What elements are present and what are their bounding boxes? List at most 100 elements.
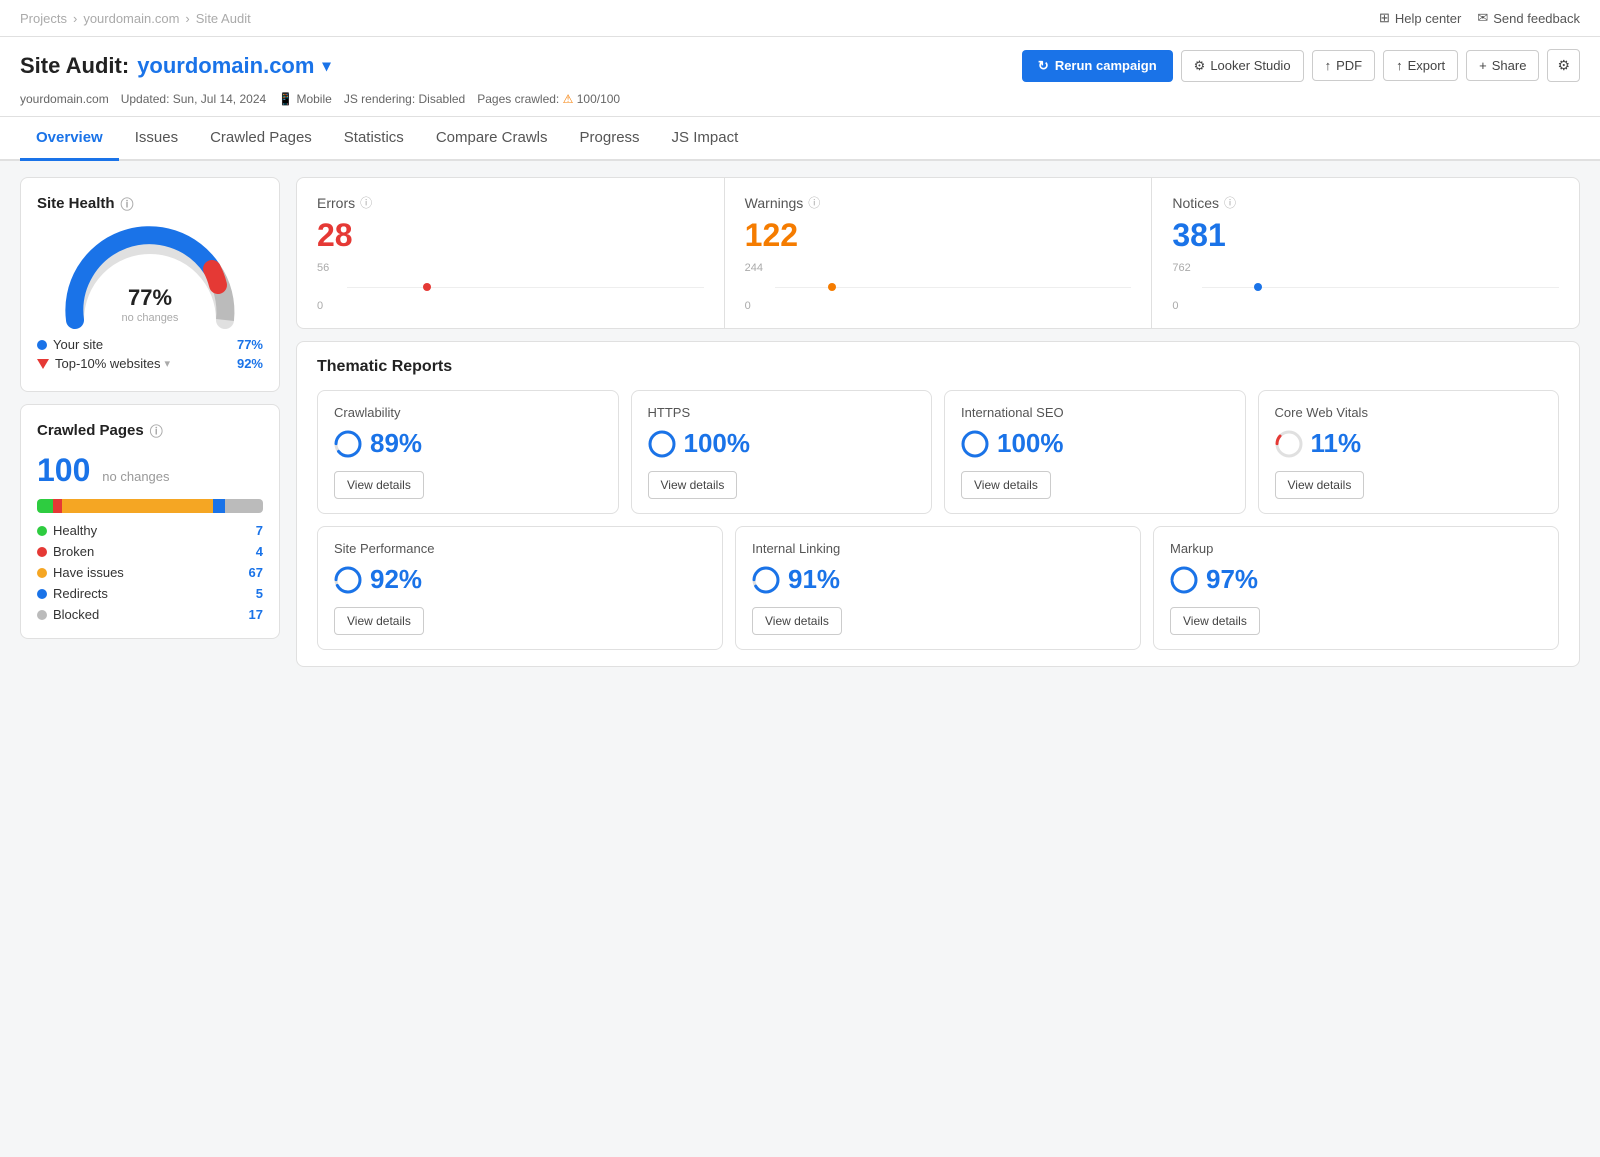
tab-issues[interactable]: Issues [119, 117, 194, 161]
share-label: Share [1492, 58, 1527, 73]
metric-value: 28 [317, 217, 704, 254]
help-icon: ⊞ [1379, 10, 1390, 26]
meta-js: JS rendering: Disabled [344, 92, 465, 106]
status-row-healthy: Healthy 7 [37, 523, 263, 538]
share-button[interactable]: + Share [1466, 50, 1539, 81]
report-percent: 100% [961, 428, 1229, 459]
ring-icon [334, 430, 362, 458]
report-name: International SEO [961, 405, 1229, 420]
report-item-https: HTTPS 100% View details [631, 390, 933, 514]
header: Site Audit: yourdomain.com ▾ ↻ Rerun cam… [0, 37, 1600, 117]
pages-count: 100/100 [577, 92, 620, 106]
view-details-button[interactable]: View details [961, 471, 1051, 499]
chart-bottom-label: 0 [745, 300, 751, 312]
crawled-pages-title: Crawled Pages ⓘ [37, 421, 263, 440]
status-count: 17 [249, 607, 263, 622]
meta-pages: Pages crawled: ⚠ 100/100 [477, 92, 620, 106]
site-health-title: Site Health ⓘ [37, 194, 263, 213]
metric-label: Warnings ⓘ [745, 194, 1132, 211]
gauge-svg: 77% no changes [60, 225, 240, 325]
crawled-pages-info-icon[interactable]: ⓘ [150, 421, 163, 440]
meta-updated: Updated: Sun, Jul 14, 2024 [121, 92, 266, 106]
view-details-button[interactable]: View details [648, 471, 738, 499]
chart-top-label: 56 [317, 262, 329, 274]
pdf-icon: ↑ [1325, 58, 1332, 73]
top-actions: ⊞ Help center ✉ Send feedback [1379, 10, 1580, 26]
looker-studio-button[interactable]: ⚙ Looker Studio [1181, 50, 1304, 82]
status-dot [37, 610, 47, 620]
breadcrumb-projects[interactable]: Projects [20, 11, 67, 26]
chart-dot [828, 283, 836, 291]
top10-val: 92% [237, 356, 263, 371]
svg-text:no changes: no changes [122, 312, 179, 324]
rerun-campaign-button[interactable]: ↻ Rerun campaign [1022, 50, 1173, 82]
tab-crawled-pages[interactable]: Crawled Pages [194, 117, 328, 161]
pdf-button[interactable]: ↑ PDF [1312, 50, 1376, 81]
metric-value: 381 [1172, 217, 1559, 254]
looker-icon: ⚙ [1194, 58, 1206, 74]
chart-dot [1254, 283, 1262, 291]
view-details-button[interactable]: View details [334, 471, 424, 499]
report-item-internal-linking: Internal Linking 91% View details [735, 526, 1141, 650]
site-health-info-icon[interactable]: ⓘ [121, 194, 134, 213]
site-audit-title: Site Audit: yourdomain.com ▾ [20, 53, 330, 79]
main-content: Site Health ⓘ 77% no changes [0, 161, 1600, 683]
status-label: Healthy [53, 523, 97, 538]
view-details-button[interactable]: View details [334, 607, 424, 635]
ring-icon [648, 430, 676, 458]
export-label: Export [1408, 58, 1446, 73]
ring-icon [334, 566, 362, 594]
top10-chevron-icon[interactable]: ▾ [165, 357, 171, 370]
reports-grid-row2: Site Performance 92% View details Intern… [317, 526, 1559, 650]
domain-name[interactable]: yourdomain.com [137, 53, 314, 79]
ring-icon [1275, 430, 1303, 458]
tab-progress[interactable]: Progress [564, 117, 656, 161]
report-item-core-web-vitals: Core Web Vitals 11% View details [1258, 390, 1560, 514]
metric-label: Errors ⓘ [317, 194, 704, 211]
status-count: 7 [256, 523, 263, 538]
report-name: Site Performance [334, 541, 706, 556]
export-button[interactable]: ↑ Export [1383, 50, 1458, 81]
report-item-markup: Markup 97% View details [1153, 526, 1559, 650]
meta-domain: yourdomain.com [20, 92, 109, 106]
feedback-link[interactable]: ✉ Send feedback [1477, 10, 1580, 26]
top10-row: Top-10% websites ▾ 92% [37, 356, 263, 371]
tab-overview[interactable]: Overview [20, 117, 119, 161]
view-details-button[interactable]: View details [752, 607, 842, 635]
chevron-down-icon[interactable]: ▾ [322, 56, 330, 76]
tab-statistics[interactable]: Statistics [328, 117, 420, 161]
tab-compare-crawls[interactable]: Compare Crawls [420, 117, 564, 161]
feedback-icon: ✉ [1477, 10, 1488, 26]
gauge-container: 77% no changes [37, 225, 263, 325]
report-percent: 11% [1275, 428, 1543, 459]
thematic-reports-card: Thematic Reports Crawlability 89% View d… [296, 341, 1580, 667]
bar-segment-e53935 [53, 499, 62, 513]
settings-button[interactable]: ⚙ [1547, 49, 1580, 82]
status-row-redirects: Redirects 5 [37, 586, 263, 601]
chart-bottom-label: 0 [1172, 300, 1178, 312]
view-details-button[interactable]: View details [1170, 607, 1260, 635]
site-health-card: Site Health ⓘ 77% no changes [20, 177, 280, 392]
report-item-crawlability: Crawlability 89% View details [317, 390, 619, 514]
status-label: Have issues [53, 565, 124, 580]
help-center-link[interactable]: ⊞ Help center [1379, 10, 1461, 26]
mini-chart: 56 0 [317, 262, 704, 312]
meta-device: 📱 Mobile [278, 92, 332, 106]
metric-card-errors: Errors ⓘ 28 56 0 [297, 178, 725, 328]
metric-info-icon[interactable]: ⓘ [1224, 194, 1236, 211]
breadcrumb-domain[interactable]: yourdomain.com [83, 11, 179, 26]
view-details-button[interactable]: View details [1275, 471, 1365, 499]
bar-segment-1a73e8 [213, 499, 224, 513]
status-row-have-issues: Have issues 67 [37, 565, 263, 580]
chart-dot [423, 283, 431, 291]
metric-info-icon[interactable]: ⓘ [360, 194, 372, 211]
crawled-count: 100 [37, 452, 90, 488]
share-icon: + [1479, 58, 1487, 73]
tab-js-impact[interactable]: JS Impact [656, 117, 755, 161]
export-icon: ↑ [1396, 58, 1403, 73]
gear-icon: ⚙ [1557, 57, 1570, 73]
report-name: Internal Linking [752, 541, 1124, 556]
metric-info-icon[interactable]: ⓘ [808, 194, 820, 211]
crawled-count-row: 100 no changes [37, 452, 263, 489]
right-panel: Errors ⓘ 28 56 0 Warnings ⓘ 122 244 0 No… [296, 177, 1580, 667]
